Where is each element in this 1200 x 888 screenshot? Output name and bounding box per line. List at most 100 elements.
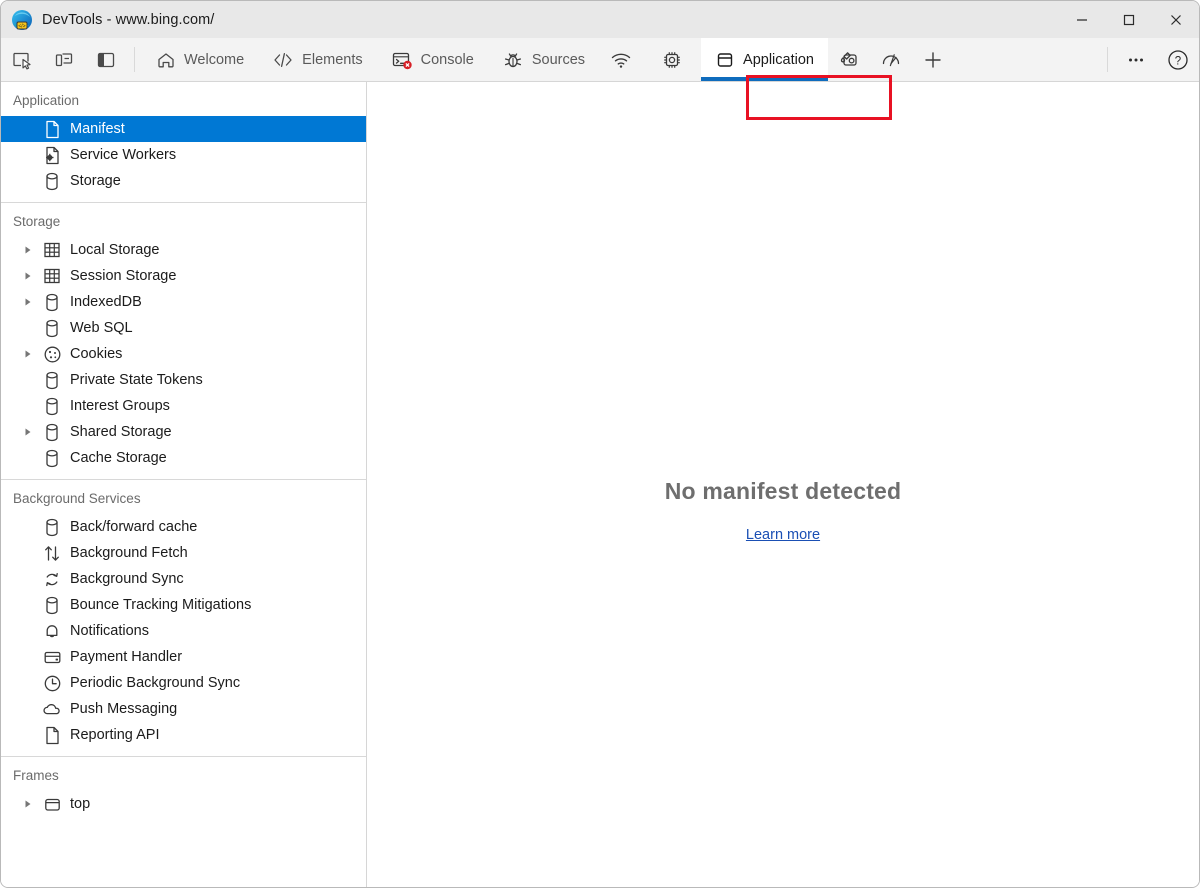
sidebar-item-indexeddb[interactable]: IndexedDB bbox=[1, 289, 366, 315]
sidebar-item-manifest[interactable]: Manifest bbox=[1, 116, 366, 142]
expand-triangle-icon[interactable] bbox=[23, 799, 41, 809]
sidebar-item-periodic-background-sync[interactable]: Periodic Background Sync bbox=[1, 670, 366, 696]
expand-triangle-icon[interactable] bbox=[23, 427, 41, 437]
more-tools-button[interactable] bbox=[1115, 38, 1157, 81]
grid-table-icon bbox=[41, 241, 63, 259]
window-title: DevTools - www.bing.com/ bbox=[42, 11, 215, 28]
toolbar-divider bbox=[134, 47, 135, 72]
sidebar-item-label: Notifications bbox=[70, 622, 149, 639]
dock-side-button[interactable] bbox=[85, 38, 127, 81]
toolbar-divider-right bbox=[1107, 47, 1108, 72]
expand-triangle-icon[interactable] bbox=[23, 297, 41, 307]
sidebar-item-bounce-tracking-mitigations[interactable]: Bounce Tracking Mitigations bbox=[1, 592, 366, 618]
sidebar-item-label: Local Storage bbox=[70, 241, 160, 258]
svg-text:?: ? bbox=[1175, 55, 1181, 67]
section-title: Background Services bbox=[13, 491, 141, 506]
document-icon bbox=[41, 120, 63, 139]
help-button[interactable]: ? bbox=[1157, 38, 1199, 81]
arrows-up-down-icon bbox=[41, 544, 63, 563]
sidebar-item-push-messaging[interactable]: Push Messaging bbox=[1, 696, 366, 722]
sidebar-item-label: Private State Tokens bbox=[70, 371, 203, 388]
tab-label: Application bbox=[743, 51, 814, 68]
eyedropper-button[interactable] bbox=[828, 38, 870, 81]
devtools-window: </> DevTools - www.bing.com/ Welcome Ele… bbox=[0, 0, 1200, 888]
close-button[interactable] bbox=[1152, 1, 1199, 38]
section-title: Frames bbox=[13, 768, 59, 783]
tab-elements[interactable]: Elements bbox=[258, 38, 376, 81]
tab-memory[interactable] bbox=[651, 38, 701, 81]
performance-insights-button[interactable] bbox=[870, 38, 912, 81]
database-icon bbox=[41, 449, 63, 468]
sidebar-item-storage[interactable]: Storage bbox=[1, 168, 366, 194]
clock-icon bbox=[41, 674, 63, 693]
database-icon bbox=[41, 518, 63, 537]
tab-welcome[interactable]: Welcome bbox=[142, 38, 258, 81]
application-window-icon bbox=[715, 50, 735, 70]
sidebar-item-cookies[interactable]: Cookies bbox=[1, 341, 366, 367]
tab-label: Elements bbox=[302, 51, 363, 68]
database-icon bbox=[41, 371, 63, 390]
empty-state-title: No manifest detected bbox=[664, 478, 902, 504]
sidebar-item-label: Background Sync bbox=[70, 570, 184, 587]
devtools-toolbar: Welcome Elements Console Sources Applica… bbox=[1, 38, 1199, 120]
tab-label: Sources bbox=[531, 51, 586, 68]
sidebar-item-label: Cookies bbox=[70, 345, 123, 362]
frame-window-icon bbox=[41, 795, 63, 814]
tab-console[interactable]: Console bbox=[377, 38, 488, 81]
minimize-button[interactable] bbox=[1058, 1, 1105, 38]
sidebar-item-label: Bounce Tracking Mitigations bbox=[70, 596, 252, 613]
database-icon bbox=[41, 596, 63, 615]
database-icon bbox=[41, 423, 63, 442]
expand-triangle-icon[interactable] bbox=[23, 349, 41, 359]
sidebar-item-label: Web SQL bbox=[70, 319, 133, 336]
sidebar-item-label: Push Messaging bbox=[70, 700, 178, 717]
sidebar-item-payment-handler[interactable]: Payment Handler bbox=[1, 644, 366, 670]
sidebar-section-storage: Storage Local Storage Session Storage In… bbox=[1, 203, 366, 480]
expand-triangle-icon[interactable] bbox=[23, 245, 41, 255]
sidebar-item-web-sql[interactable]: Web SQL bbox=[1, 315, 366, 341]
sidebar-item-cache-storage[interactable]: Cache Storage bbox=[1, 445, 366, 471]
sidebar-item-private-state-tokens[interactable]: Private State Tokens bbox=[1, 367, 366, 393]
cloud-icon bbox=[41, 700, 63, 719]
inspect-element-button[interactable] bbox=[1, 38, 43, 81]
bug-icon bbox=[502, 50, 524, 70]
tab-network[interactable] bbox=[599, 38, 651, 81]
sidebar-item-interest-groups[interactable]: Interest Groups bbox=[1, 393, 366, 419]
add-panel-button[interactable] bbox=[912, 38, 954, 81]
expand-triangle-icon[interactable] bbox=[23, 271, 41, 281]
database-icon bbox=[41, 293, 63, 312]
database-icon bbox=[41, 172, 63, 191]
tab-label: Console bbox=[420, 51, 474, 68]
document-icon bbox=[41, 726, 63, 745]
sidebar-item-label: Periodic Background Sync bbox=[70, 674, 241, 691]
section-title: Storage bbox=[13, 214, 61, 229]
home-icon bbox=[156, 50, 176, 70]
tab-sources[interactable]: Sources bbox=[488, 38, 599, 81]
learn-more-link[interactable]: Learn more bbox=[746, 527, 820, 543]
database-icon bbox=[41, 319, 63, 338]
sidebar-item-label: Cache Storage bbox=[70, 449, 167, 466]
application-sidebar: Application Manifest Service Workers Sto… bbox=[1, 82, 367, 887]
sidebar-item-background-fetch[interactable]: Background Fetch bbox=[1, 540, 366, 566]
sidebar-item-label: Shared Storage bbox=[70, 423, 172, 440]
sidebar-item-session-storage[interactable]: Session Storage bbox=[1, 263, 366, 289]
maximize-button[interactable] bbox=[1105, 1, 1152, 38]
database-icon bbox=[41, 397, 63, 416]
sidebar-item-local-storage[interactable]: Local Storage bbox=[1, 237, 366, 263]
sidebar-item-top-frame[interactable]: top bbox=[1, 791, 366, 817]
sidebar-item-service-workers[interactable]: Service Workers bbox=[1, 142, 366, 168]
sidebar-item-notifications[interactable]: Notifications bbox=[1, 618, 366, 644]
svg-text:</>: </> bbox=[18, 23, 25, 29]
tab-label: Welcome bbox=[184, 51, 245, 68]
sidebar-item-background-sync[interactable]: Background Sync bbox=[1, 566, 366, 592]
device-toolbar-button[interactable] bbox=[43, 38, 85, 81]
tab-application[interactable]: Application bbox=[701, 38, 828, 81]
sidebar-item-label: Payment Handler bbox=[70, 648, 183, 665]
sidebar-item-label: IndexedDB bbox=[70, 293, 142, 310]
sidebar-item-shared-storage[interactable]: Shared Storage bbox=[1, 419, 366, 445]
sidebar-item-reporting-api[interactable]: Reporting API bbox=[1, 722, 366, 748]
cookie-icon bbox=[41, 345, 63, 364]
edge-devtools-logo-icon: </> bbox=[11, 9, 33, 31]
sidebar-item-back-forward-cache[interactable]: Back/forward cache bbox=[1, 514, 366, 540]
